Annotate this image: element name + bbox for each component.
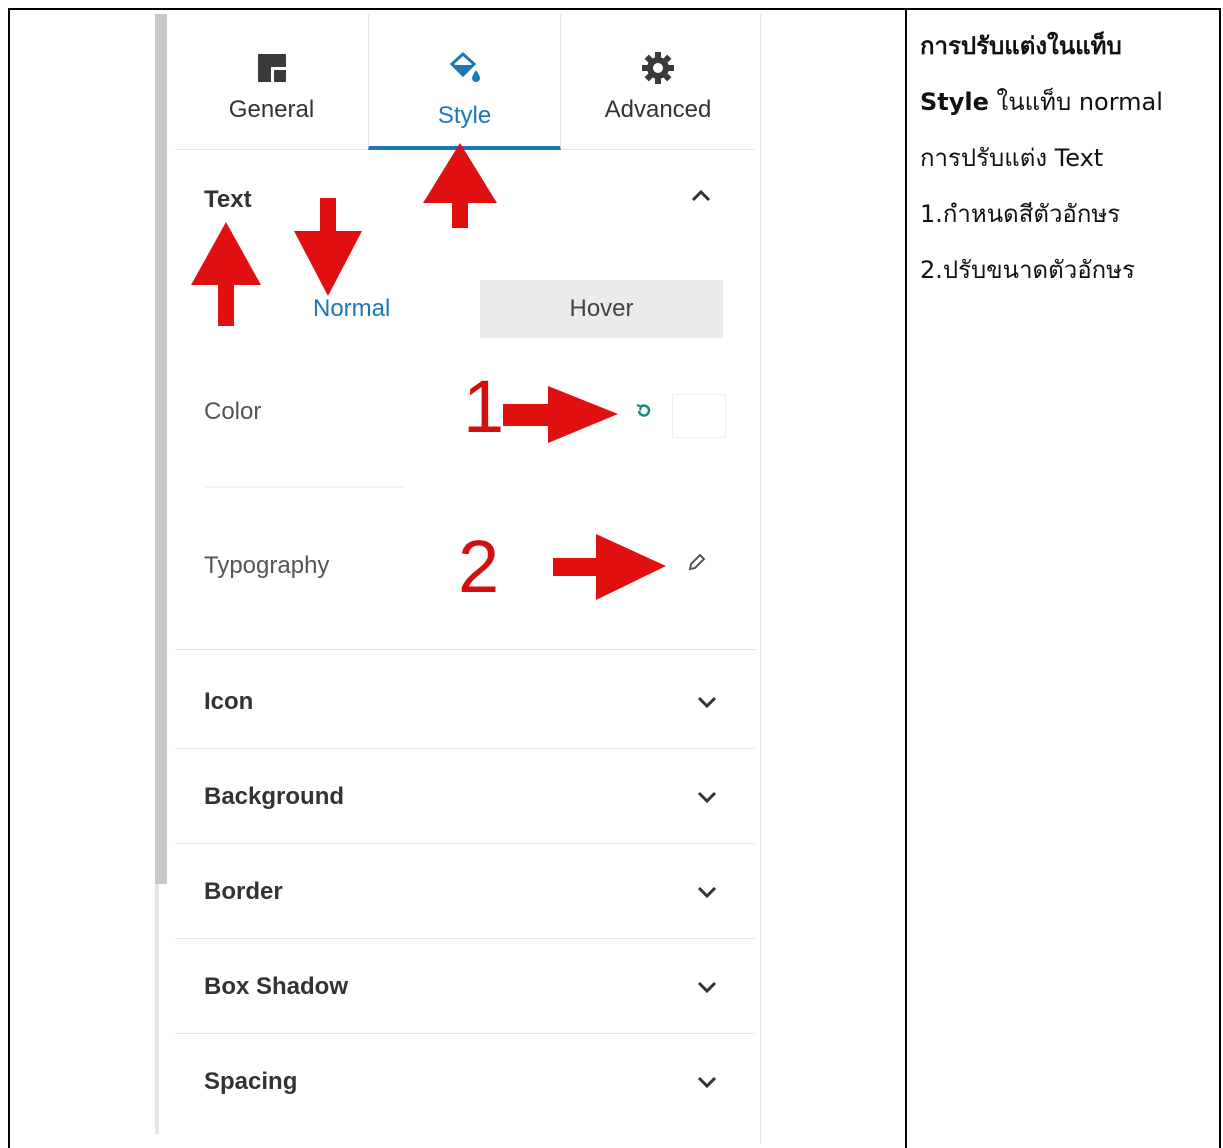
description-line-2: Style ในแท็บ normal — [920, 74, 1210, 130]
annotation-number-2: 2 — [458, 525, 500, 608]
arrow-down-normal — [294, 198, 362, 296]
description-line-3: การปรับแต่ง Text — [920, 144, 1104, 172]
description-line-2-rest: ในแท็บ normal — [988, 88, 1163, 116]
description-line-1: การปรับแต่งในแท็บ — [920, 32, 1122, 60]
annotation-number-1: 1 — [463, 365, 505, 448]
description-line-4: 1.กำหนดสีตัวอักษร — [920, 200, 1121, 228]
description-line-5: 2.ปรับขนาดตัวอักษร — [920, 256, 1135, 284]
arrow-right-typography — [553, 534, 666, 600]
description-style-word: Style — [920, 88, 989, 116]
description-text: การปรับแต่งในแท็บ Style ในแท็บ normal กา… — [920, 18, 1210, 298]
arrow-up-style — [423, 143, 497, 228]
arrow-up-text — [191, 222, 261, 326]
arrow-right-color — [503, 386, 618, 443]
